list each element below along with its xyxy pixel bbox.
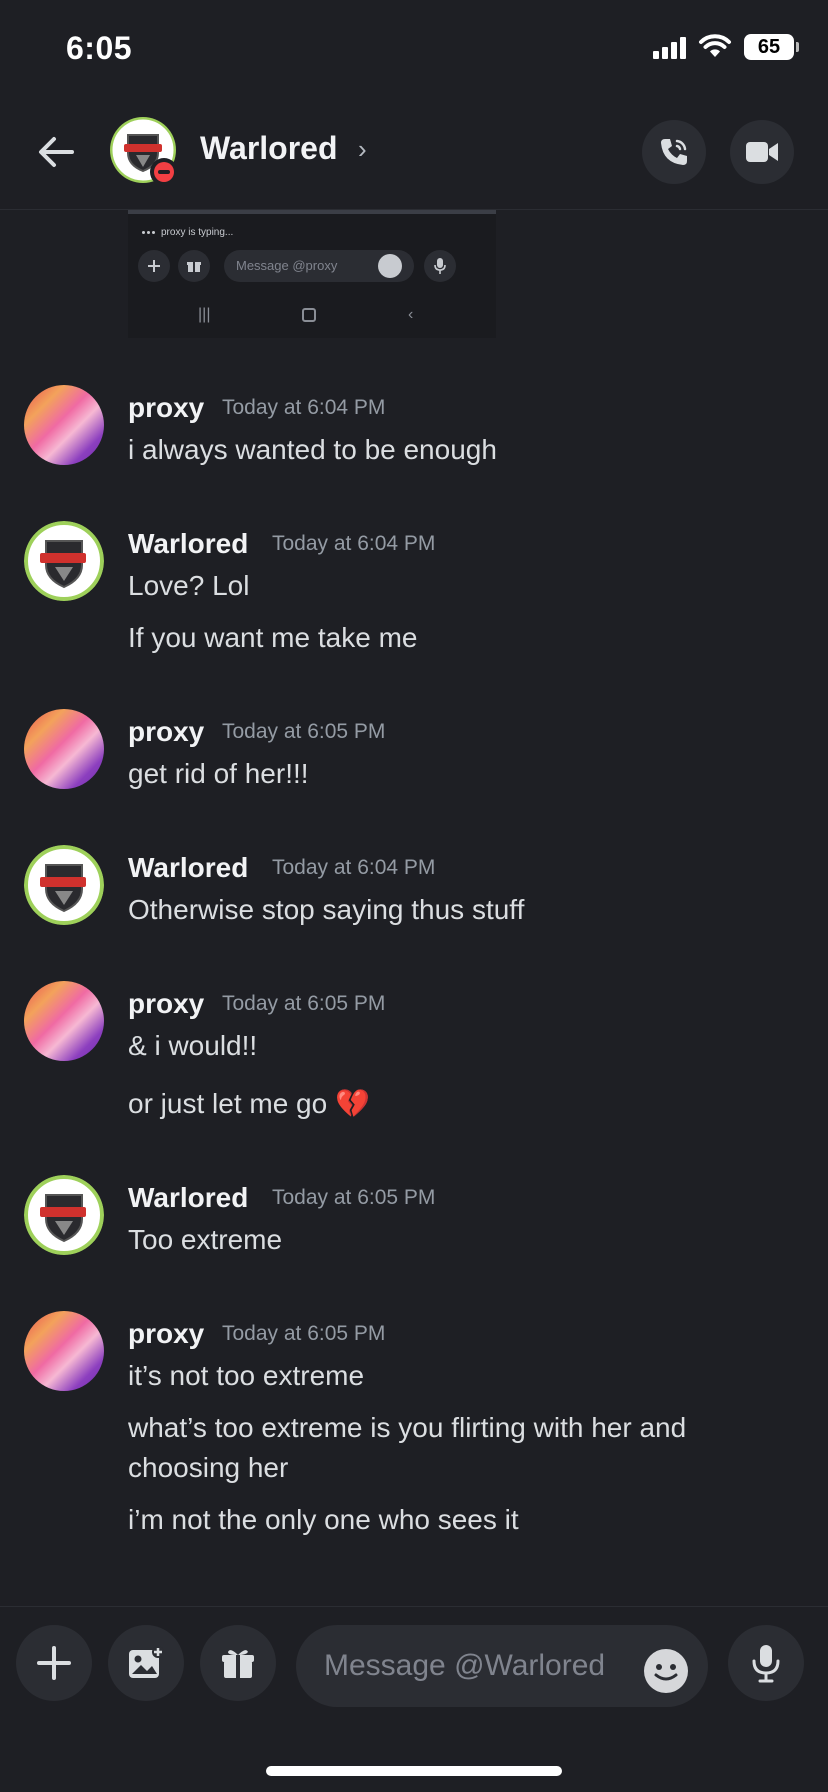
message-text: or just let me go 💔 (128, 1088, 370, 1119)
message-author[interactable]: Warlored (128, 852, 248, 884)
message-author[interactable]: proxy (128, 716, 204, 748)
status-time: 6:05 (66, 30, 133, 66)
message-text: what’s too extreme is you flirting with … (128, 1412, 687, 1483)
chevron-right-icon[interactable]: › (358, 134, 367, 165)
embed-gift-icon (178, 250, 210, 282)
typing-text: proxy is typing... (161, 227, 234, 238)
message-author[interactable]: Warlored (128, 1182, 248, 1214)
message-timestamp: Today at 6:05 PM (222, 1322, 386, 1345)
microphone-icon (752, 1645, 780, 1683)
message-text: Love? Lol (128, 570, 250, 601)
message-author[interactable]: proxy (128, 1318, 204, 1350)
embed-mic-icon (424, 250, 456, 282)
message-composer (0, 1606, 828, 1792)
message-text: If you want me take me (128, 622, 418, 653)
avatar[interactable] (24, 385, 104, 465)
typing-indicator: proxy is typing... (142, 227, 233, 238)
home-indicator[interactable] (266, 1766, 562, 1776)
avatar[interactable] (24, 521, 104, 601)
message-text: Too extreme (128, 1224, 283, 1255)
message-timestamp: Today at 6:04 PM (222, 396, 386, 419)
embed-emoji-icon (378, 254, 402, 278)
emoji-button[interactable] (644, 1649, 688, 1693)
avatar[interactable] (24, 845, 104, 925)
message-text: Otherwise stop saying thus stuff (128, 894, 525, 925)
embed-recents-icon: ||| (198, 306, 211, 323)
cellular-signal-icon (653, 35, 686, 59)
add-attachment-button[interactable] (16, 1625, 92, 1701)
message-text: i’m not the only one who sees it (128, 1504, 519, 1535)
embed-divider (128, 210, 496, 214)
status-bar: 6:05 65 (0, 0, 828, 100)
back-button[interactable] (34, 130, 78, 174)
message-timestamp: Today at 6:05 PM (222, 992, 386, 1015)
back-arrow-icon (39, 137, 74, 167)
message-text: get rid of her!!! (128, 758, 309, 789)
video-icon (746, 142, 778, 162)
message-text: i always wanted to be enough (128, 434, 497, 465)
conversation-header: Warlored › (0, 100, 828, 210)
avatar[interactable] (24, 1175, 104, 1255)
message-text: it’s not too extreme (128, 1360, 365, 1391)
image-upload-button[interactable] (108, 1625, 184, 1701)
gift-button[interactable] (200, 1625, 276, 1701)
avatar[interactable] (24, 709, 104, 789)
emoji-icon (646, 1651, 686, 1691)
status-icons: 65 (653, 34, 799, 60)
image-icon (129, 1646, 164, 1678)
embed-home-icon (302, 308, 316, 322)
video-call-button[interactable] (730, 120, 794, 184)
avatar[interactable] (24, 1311, 104, 1391)
wifi-icon (699, 34, 731, 57)
message-timestamp: Today at 6:05 PM (222, 720, 386, 743)
typing-dots-icon (142, 231, 155, 234)
conversation-title[interactable]: Warlored (200, 130, 338, 167)
message-timestamp: Today at 6:05 PM (272, 1186, 436, 1209)
call-icon (661, 139, 687, 165)
call-button[interactable] (642, 120, 706, 184)
message-image-attachment[interactable]: proxy is typing... Message @proxy ||| ‹ (128, 210, 496, 338)
avatar[interactable] (24, 981, 104, 1061)
do-not-disturb-status-icon (150, 158, 178, 186)
message-timestamp: Today at 6:04 PM (272, 532, 436, 555)
message-author[interactable]: proxy (128, 392, 204, 424)
embed-back-icon: ‹ (408, 306, 414, 323)
message-text: & i would!! (128, 1030, 258, 1061)
embed-add-icon (138, 250, 170, 282)
message-author[interactable]: Warlored (128, 528, 248, 560)
gift-icon (222, 1650, 254, 1678)
voice-message-button[interactable] (728, 1625, 804, 1701)
battery-icon: 65 (744, 34, 799, 60)
message-timestamp: Today at 6:04 PM (272, 856, 436, 879)
message-author[interactable]: proxy (128, 988, 204, 1020)
plus-icon (37, 1646, 71, 1680)
